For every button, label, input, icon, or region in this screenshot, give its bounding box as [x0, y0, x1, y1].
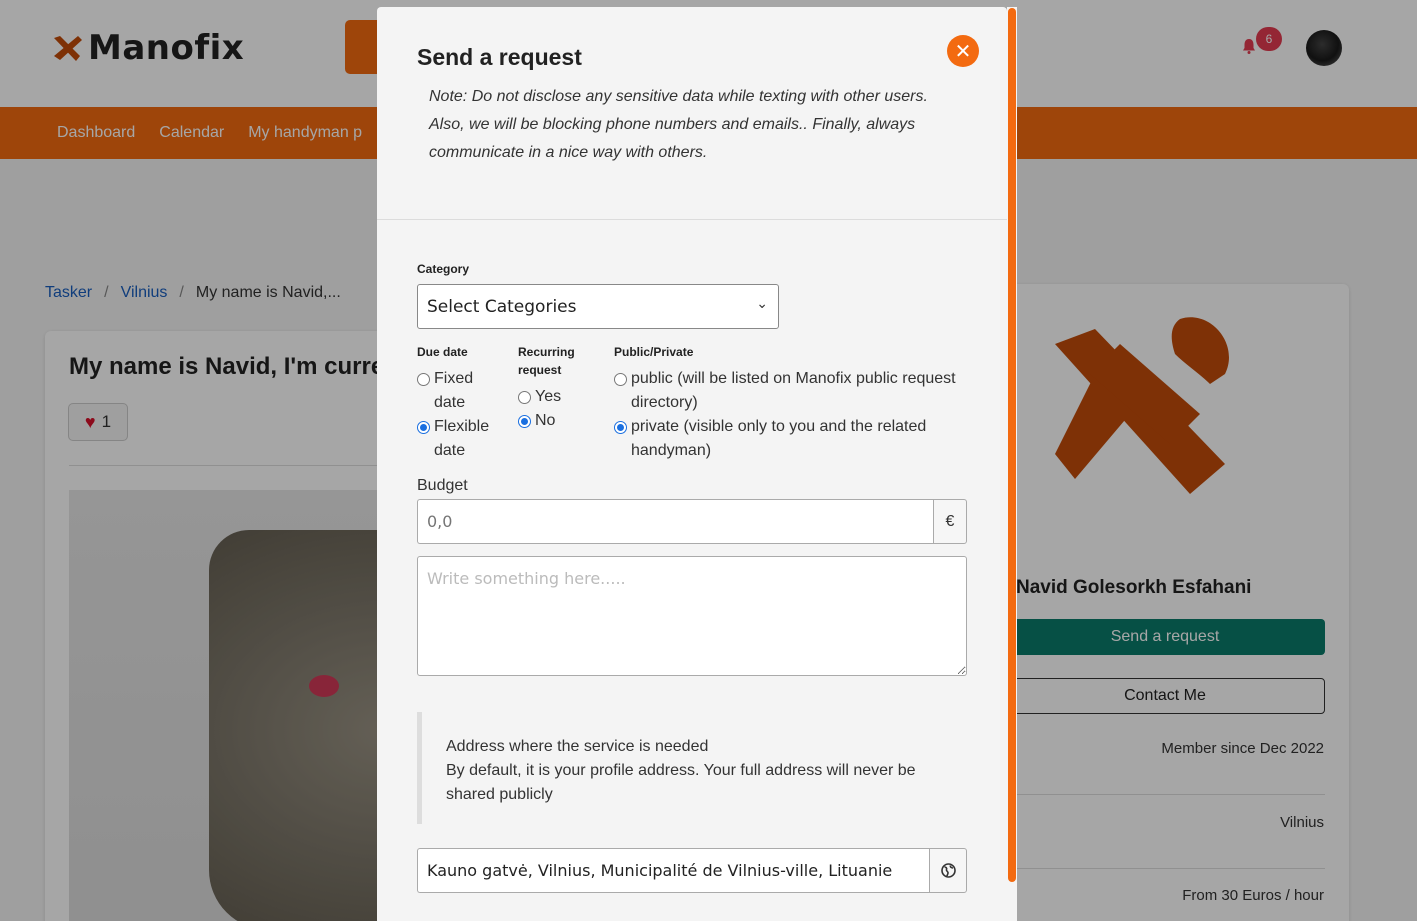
visibility-label: Public/Private [614, 345, 694, 359]
radio-recurring-no[interactable] [518, 415, 531, 428]
recurring-label: Recurring request [518, 345, 575, 377]
currency-addon: € [933, 499, 967, 544]
modal-scrollbar-thumb[interactable] [1008, 8, 1016, 882]
recurring-yes-label: Yes [535, 388, 562, 405]
visibility-private-label: private (visible only to you and the rel… [631, 418, 927, 459]
message-textarea[interactable] [417, 556, 967, 676]
due-fixed-label: Fixed date [434, 370, 474, 411]
recurring-yes-option[interactable]: Yes [518, 385, 561, 409]
visibility-public-label: public (will be listed on Manofix public… [631, 370, 956, 411]
due-flexible-option[interactable]: Flexible date [417, 415, 507, 463]
send-request-modal: Send a request ✕ Note: Do not disclose a… [377, 7, 1007, 921]
radio-private[interactable] [614, 421, 627, 434]
globe-icon [940, 863, 956, 878]
close-button[interactable]: ✕ [947, 35, 979, 67]
due-flexible-label: Flexible date [434, 418, 490, 459]
globe-button[interactable] [929, 848, 967, 893]
category-value: Select Categories [427, 296, 577, 317]
address-input[interactable] [417, 848, 930, 893]
address-note: By default, it is your profile address. … [446, 762, 916, 803]
close-icon: ✕ [954, 40, 972, 63]
due-fixed-option[interactable]: Fixed date [417, 367, 507, 415]
due-date-label: Due date [417, 345, 468, 359]
modal-title: Send a request [417, 44, 582, 70]
budget-input[interactable] [417, 499, 934, 544]
visibility-public-option[interactable]: public (will be listed on Manofix public… [614, 367, 959, 415]
category-select[interactable]: Select Categories ⌄ [417, 284, 779, 329]
category-label: Category [417, 262, 470, 276]
radio-recurring-yes[interactable] [518, 391, 531, 404]
visibility-private-option[interactable]: private (visible only to you and the rel… [614, 415, 959, 463]
divider [377, 219, 1007, 220]
address-info-box: Address where the service is needed By d… [417, 712, 967, 824]
radio-due-flexible[interactable] [417, 421, 430, 434]
modal-note: Note: Do not disclose any sensitive data… [429, 88, 928, 161]
recurring-no-label: No [535, 412, 556, 429]
budget-label: Budget [417, 477, 468, 494]
address-title: Address where the service is needed [446, 738, 709, 755]
recurring-no-option[interactable]: No [518, 409, 555, 433]
radio-public[interactable] [614, 373, 627, 386]
chevron-down-icon: ⌄ [756, 296, 768, 312]
radio-due-fixed[interactable] [417, 373, 430, 386]
